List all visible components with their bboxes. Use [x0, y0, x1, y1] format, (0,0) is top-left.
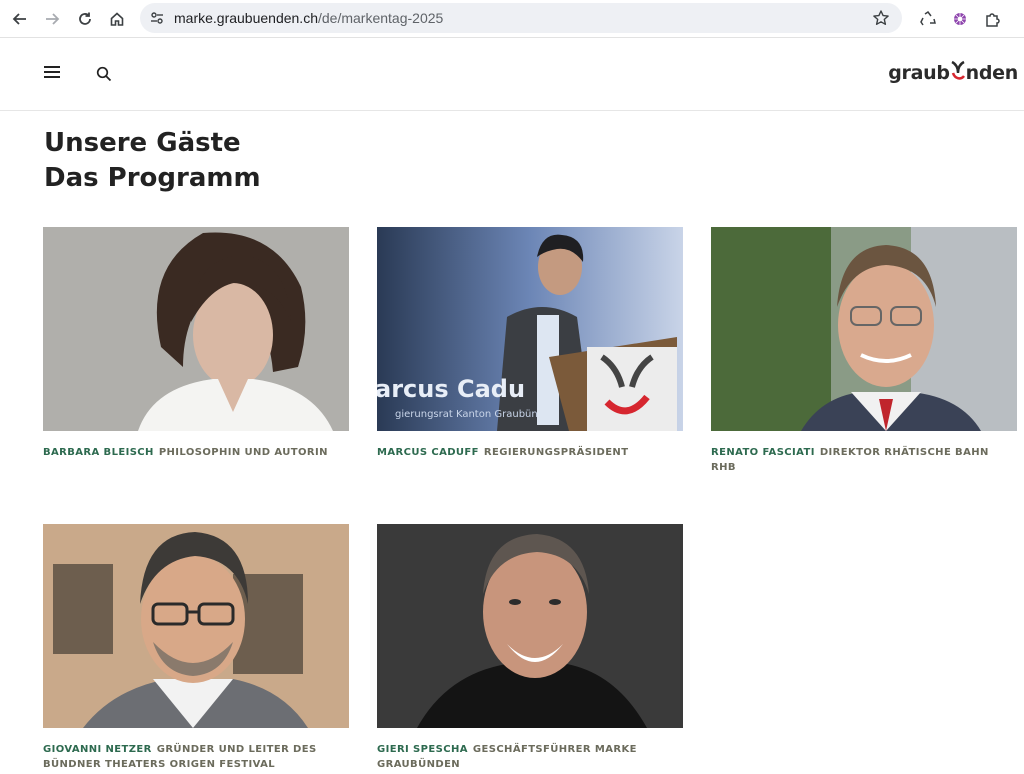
bookmark-star-icon[interactable]	[872, 9, 890, 27]
logo-text-right: nden	[965, 62, 1019, 84]
guest-card[interactable]: GIERI SPESCHA GESCHÄFTSFÜHRER MARKE GRAUB…	[377, 524, 683, 772]
guest-photo[interactable]	[377, 524, 683, 728]
logo-ibex-mark	[951, 60, 965, 80]
guest-name[interactable]: RENATO FASCIATI	[711, 447, 815, 458]
page-title: Unsere Gäste	[44, 128, 241, 158]
back-arrow-icon[interactable]	[9, 8, 31, 30]
lectern-sub-text: gierungsrat Kanton Graubün	[395, 409, 538, 420]
guest-role: PHILOSOPHIN UND AUTORIN	[158, 447, 328, 458]
guest-photo[interactable]	[43, 524, 349, 728]
guest-name[interactable]: BARBARA BLEISCH	[43, 447, 154, 458]
flower-extension-icon[interactable]	[949, 8, 971, 30]
guest-card[interactable]: BARBARA BLEISCH PHILOSOPHIN UND AUTORIN	[43, 227, 349, 460]
lectern-banner-text: arcus Cadu	[377, 375, 525, 403]
site-header: graub nden	[0, 38, 1024, 111]
guest-card[interactable]: arcus Cadu gierungsrat Kanton Graubün MA…	[377, 227, 683, 460]
recycle-extension-icon[interactable]	[917, 8, 939, 30]
guest-name[interactable]: GIOVANNI NETZER	[43, 744, 152, 755]
url-text: marke.graubuenden.ch/de/markentag-2025	[174, 10, 443, 26]
home-icon[interactable]	[106, 8, 128, 30]
guest-caption: RENATO FASCIATI DIREKTOR RHÄTISCHE BAHN R…	[711, 445, 1017, 475]
site-settings-icon[interactable]	[148, 9, 166, 27]
guest-card[interactable]: GIOVANNI NETZER GRÜNDER UND LEITER DES BÜ…	[43, 524, 349, 772]
guest-caption: BARBARA BLEISCH PHILOSOPHIN UND AUTORIN	[43, 445, 349, 460]
graubuenden-logo[interactable]: graub nden	[888, 60, 1018, 84]
page-subtitle: Das Programm	[44, 163, 261, 193]
guest-role: REGIERUNGSPRÄSIDENT	[483, 447, 629, 458]
guest-photo[interactable]	[711, 227, 1017, 431]
extensions-puzzle-icon[interactable]	[982, 8, 1004, 30]
guest-name[interactable]: GIERI SPESCHA	[377, 744, 468, 755]
guest-photo[interactable]	[43, 227, 349, 431]
guest-caption: GIERI SPESCHA GESCHÄFTSFÜHRER MARKE GRAUB…	[377, 742, 683, 772]
reload-icon[interactable]	[74, 8, 96, 30]
address-bar[interactable]: marke.graubuenden.ch/de/markentag-2025	[140, 3, 902, 33]
url-path: /de/markentag-2025	[318, 10, 444, 26]
url-host: marke.graubuenden.ch	[174, 10, 318, 26]
hamburger-menu-icon[interactable]	[44, 66, 60, 80]
forward-arrow-icon[interactable]	[41, 8, 63, 30]
guest-name[interactable]: MARCUS CADUFF	[377, 447, 479, 458]
logo-text-left: graub	[888, 62, 950, 84]
guest-caption: GIOVANNI NETZER GRÜNDER UND LEITER DES BÜ…	[43, 742, 349, 772]
guest-caption: MARCUS CADUFF REGIERUNGSPRÄSIDENT	[377, 445, 683, 460]
search-icon[interactable]	[96, 66, 114, 84]
browser-toolbar: marke.graubuenden.ch/de/markentag-2025	[0, 0, 1024, 38]
guest-photo[interactable]: arcus Cadu gierungsrat Kanton Graubün	[377, 227, 683, 431]
guest-card[interactable]: RENATO FASCIATI DIREKTOR RHÄTISCHE BAHN R…	[711, 227, 1017, 475]
